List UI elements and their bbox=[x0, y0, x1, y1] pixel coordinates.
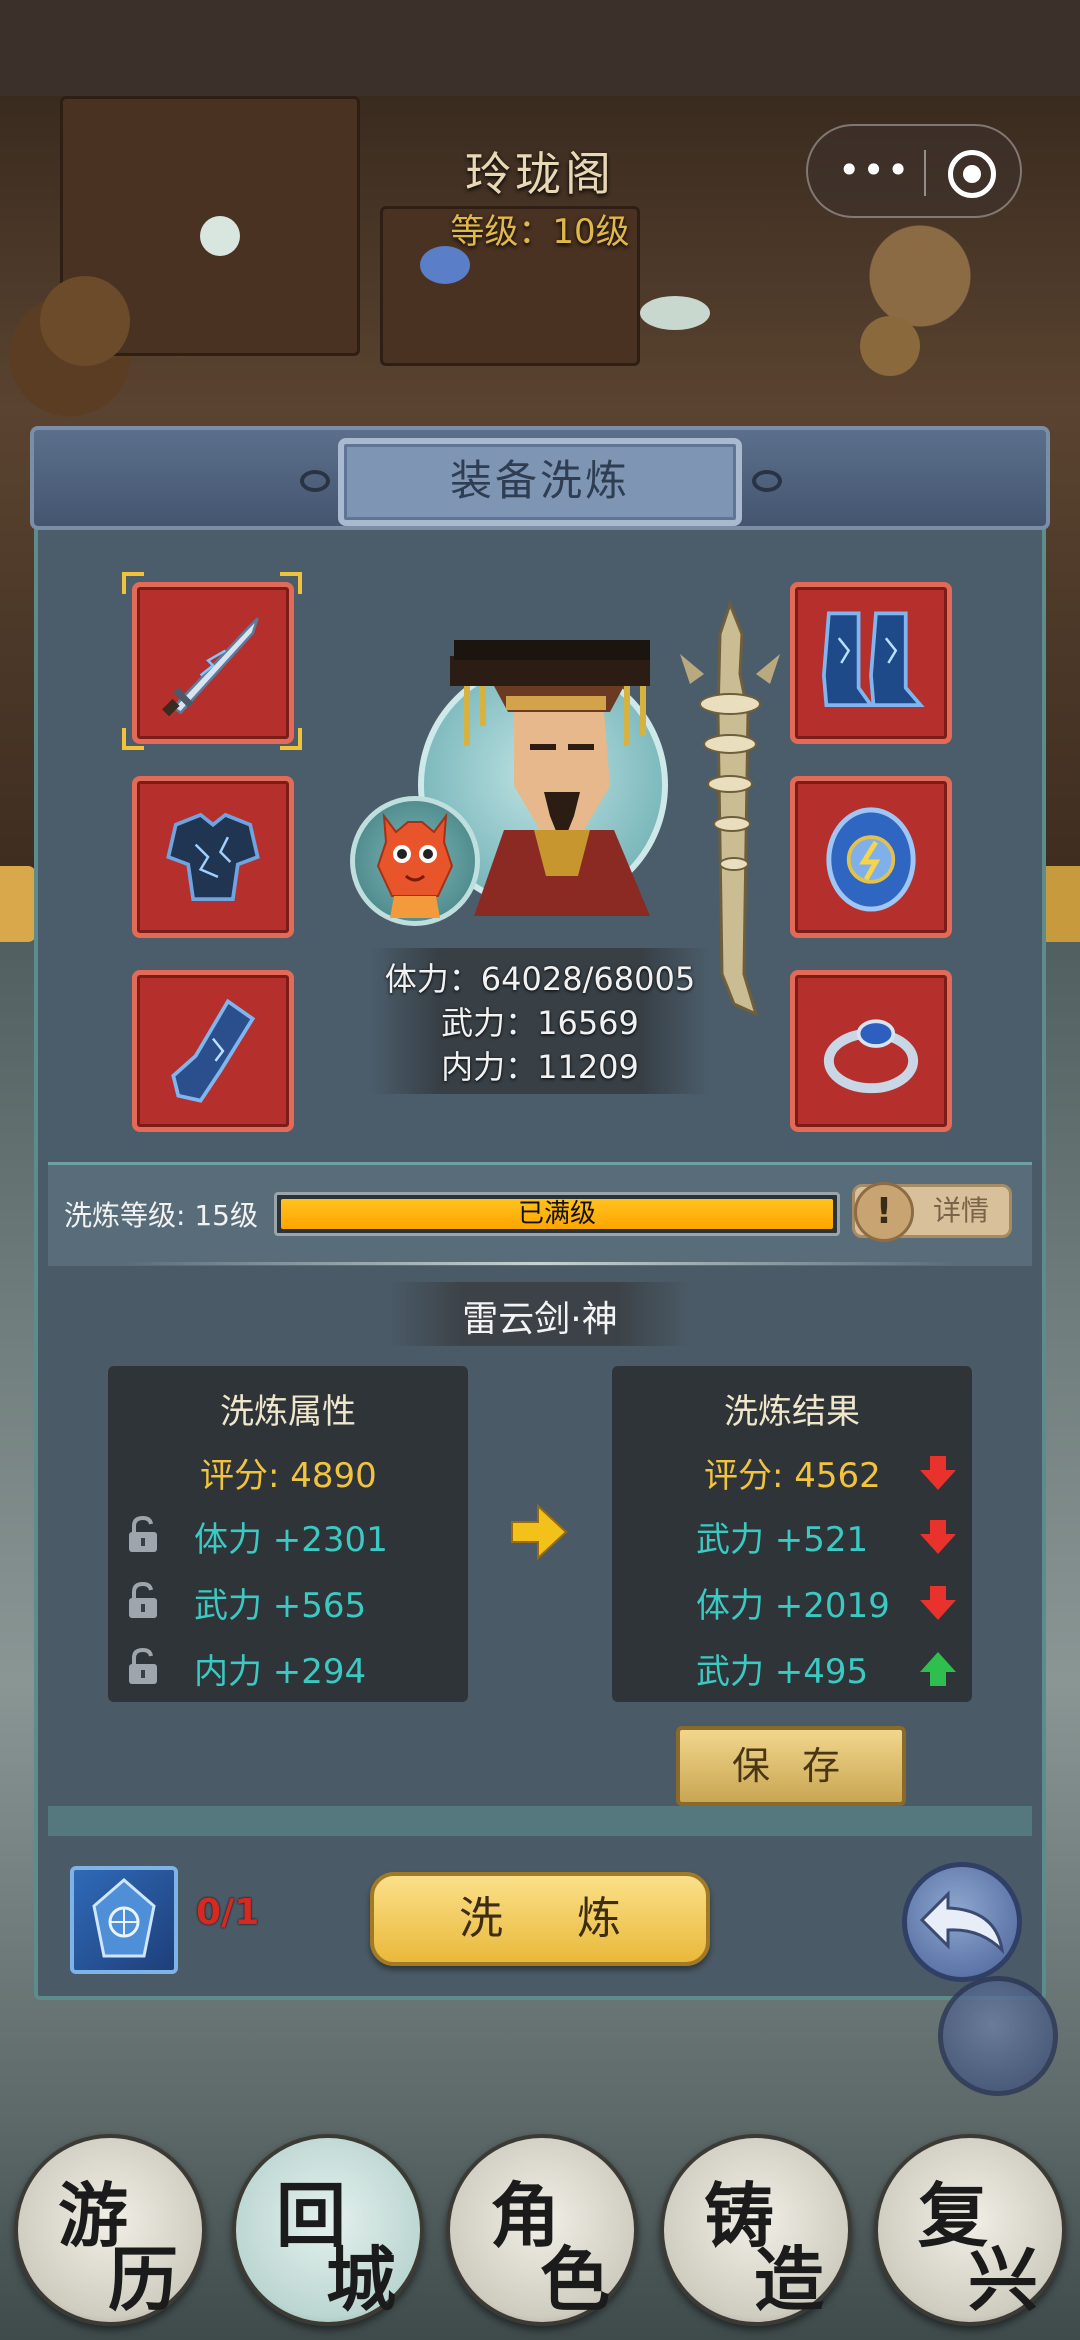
refine-material-slot[interactable] bbox=[70, 1866, 178, 1974]
arrow-down-icon bbox=[920, 1456, 956, 1490]
capsule-divider bbox=[924, 150, 926, 196]
unlock-icon[interactable] bbox=[126, 1582, 160, 1620]
nav-character[interactable]: 角 色 bbox=[446, 2134, 638, 2326]
gauntlet-icon bbox=[171, 998, 256, 1103]
nav-travel[interactable]: 游 历 bbox=[14, 2134, 206, 2326]
item-name: 雷云剑·神 bbox=[462, 1299, 618, 1340]
fire-dragon-pet-icon bbox=[376, 812, 454, 918]
divider bbox=[120, 1262, 960, 1265]
slot-armor[interactable] bbox=[132, 776, 294, 938]
current-score: 评分: 4890 bbox=[200, 1456, 377, 1496]
back-button-shadow bbox=[938, 1976, 1058, 2096]
plaque-ring-right bbox=[752, 470, 782, 492]
detail-button-label: 详情 bbox=[932, 1194, 989, 1227]
side-tab-right[interactable] bbox=[1040, 866, 1080, 942]
refine-level-label: 洗炼等级: 15级 bbox=[64, 1199, 258, 1232]
target-close-icon[interactable] bbox=[948, 150, 996, 198]
boots-icon bbox=[822, 611, 925, 708]
panel-footer-strip bbox=[48, 1806, 1032, 1836]
slot-selector bbox=[122, 572, 302, 750]
refine-button-label: 洗 炼 bbox=[459, 1893, 651, 1944]
more-dots-icon[interactable]: ••• bbox=[838, 150, 909, 194]
hero-attack: 武力：16569 bbox=[441, 1004, 639, 1042]
panel-title: 装备洗炼 bbox=[449, 456, 630, 505]
material-count: 0/1 bbox=[196, 1892, 260, 1933]
unlock-icon[interactable] bbox=[126, 1516, 160, 1554]
nav-travel-char-2: 历 bbox=[108, 2238, 178, 2321]
refine-stone-icon bbox=[92, 1878, 156, 1958]
result-attr-2: 体力 +2019 bbox=[696, 1586, 890, 1626]
nav-forge[interactable]: 铸 造 bbox=[660, 2134, 852, 2326]
slot-boots[interactable] bbox=[790, 582, 952, 744]
current-attr-1: 体力 +2301 bbox=[194, 1520, 388, 1560]
result-attr-3: 武力 +495 bbox=[696, 1652, 869, 1692]
hero-hp: 体力：64028/68005 bbox=[384, 960, 696, 998]
current-attr-2: 武力 +565 bbox=[194, 1586, 367, 1626]
nav-return-city[interactable]: 回 城 bbox=[232, 2134, 424, 2326]
nav-revival-char-2: 兴 bbox=[968, 2238, 1038, 2321]
amulet-icon bbox=[826, 807, 916, 912]
nav-return-char-2: 城 bbox=[326, 2238, 396, 2321]
armor-icon bbox=[166, 812, 260, 902]
refine-progress-text: 已满级 bbox=[517, 1199, 596, 1229]
slot-ring[interactable] bbox=[790, 970, 952, 1132]
nav-revival[interactable]: 复 兴 bbox=[874, 2134, 1066, 2326]
hero-inner-power: 内力：11209 bbox=[441, 1048, 639, 1086]
result-score: 评分: 4562 bbox=[704, 1456, 881, 1496]
back-arrow-icon bbox=[919, 1890, 1005, 1955]
result-attributes-title: 洗炼结果 bbox=[724, 1392, 860, 1432]
current-attr-3: 内力 +294 bbox=[194, 1652, 367, 1692]
jade-stone bbox=[640, 296, 710, 330]
unlock-icon[interactable] bbox=[126, 1648, 160, 1686]
save-button-label: 保 存 bbox=[731, 1744, 851, 1788]
miniprogram-capsule: ••• bbox=[806, 124, 1022, 218]
arrow-down-icon bbox=[920, 1586, 956, 1620]
nav-forge-char-2: 造 bbox=[754, 2238, 824, 2321]
arrow-down-icon bbox=[920, 1520, 956, 1554]
side-task-tab[interactable] bbox=[0, 866, 36, 942]
slot-gloves[interactable] bbox=[132, 970, 294, 1132]
current-attributes-title: 洗炼属性 bbox=[220, 1392, 356, 1432]
brass-jar bbox=[860, 316, 920, 376]
arrow-right-icon bbox=[511, 1503, 568, 1561]
status-bar bbox=[0, 0, 1080, 96]
result-attr-1: 武力 +521 bbox=[696, 1520, 869, 1560]
slot-amulet[interactable] bbox=[790, 776, 952, 938]
nav-character-char-2: 色 bbox=[540, 2238, 610, 2321]
exclamation-icon: ! bbox=[854, 1182, 914, 1242]
ring-icon bbox=[823, 1019, 919, 1094]
arrow-up-icon bbox=[920, 1652, 956, 1686]
incense-burner bbox=[40, 276, 130, 366]
plaque-ring-left bbox=[300, 470, 330, 492]
